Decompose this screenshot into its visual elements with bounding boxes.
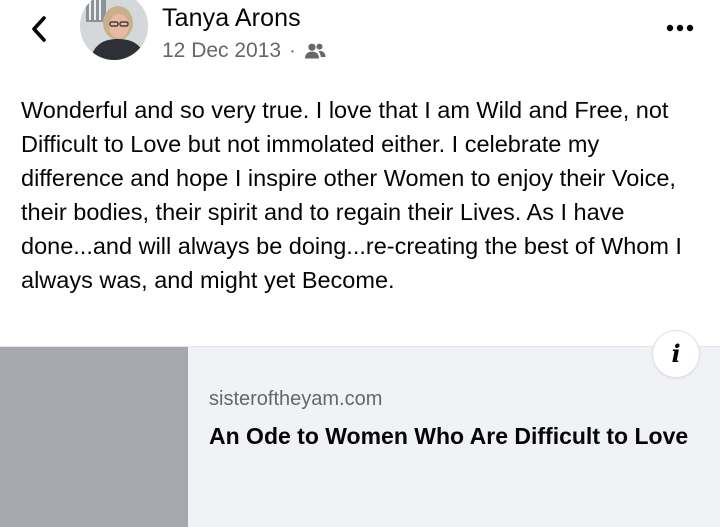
- link-title[interactable]: An Ode to Women Who Are Difficult to Lov…: [209, 420, 689, 453]
- link-preview-card[interactable]: sisteroftheyam.com An Ode to Women Who A…: [0, 346, 720, 527]
- post-view: Tanya Arons 12 Dec 2013 · Wonderful and …: [0, 0, 720, 527]
- chevron-left-icon: [32, 16, 46, 42]
- link-thumbnail[interactable]: [0, 347, 188, 527]
- more-horizontal-icon: [666, 24, 694, 32]
- info-button[interactable]: i: [653, 331, 699, 377]
- post-date[interactable]: 12 Dec 2013: [162, 39, 281, 63]
- friends-icon[interactable]: [304, 43, 326, 59]
- author-name[interactable]: Tanya Arons: [162, 4, 301, 33]
- avatar[interactable]: [80, 0, 148, 60]
- link-domain: sisteroftheyam.com: [209, 388, 383, 410]
- info-icon: i: [671, 339, 681, 368]
- meta-separator: ·: [289, 40, 296, 62]
- profile-photo-icon: [80, 0, 148, 60]
- post-body-text: Wonderful and so very true. I love that …: [21, 97, 682, 293]
- post-meta: 12 Dec 2013 ·: [162, 38, 326, 64]
- more-options-button[interactable]: [664, 16, 696, 40]
- back-button[interactable]: [22, 12, 56, 46]
